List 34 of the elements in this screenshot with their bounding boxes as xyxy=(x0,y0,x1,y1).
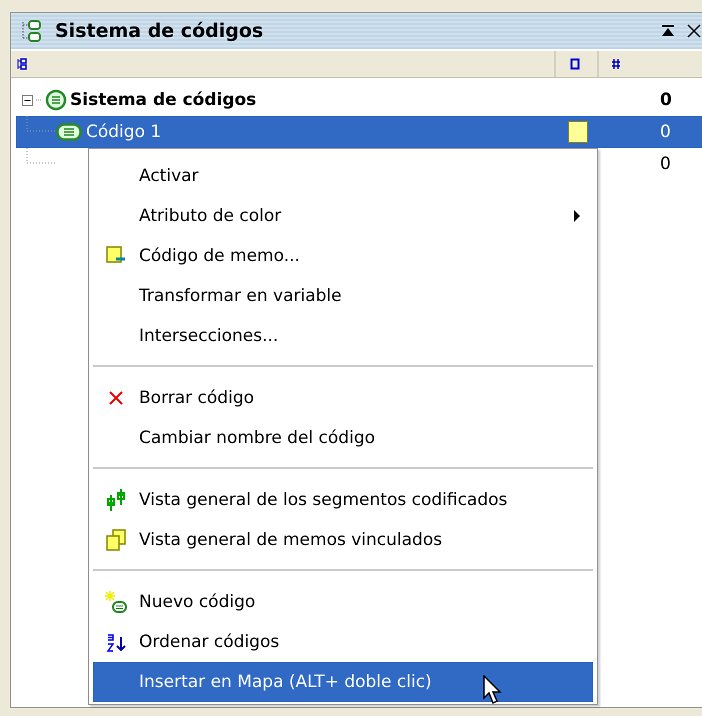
memo-icon xyxy=(106,246,126,266)
tree-line xyxy=(36,99,42,101)
count-text: 0 xyxy=(660,90,672,110)
count-text: 0 xyxy=(660,122,671,142)
tree-line xyxy=(26,148,56,164)
tree-item[interactable]: Sistema de códigos xyxy=(70,90,256,110)
close-icon[interactable] xyxy=(687,24,701,38)
menu-item[interactable]: Vista general de los segmentos codificados xyxy=(93,480,593,520)
menu-item[interactable]: Código de memo... xyxy=(93,236,593,276)
menu-item[interactable]: Cambiar nombre del código xyxy=(93,418,593,458)
menu-item[interactable]: Activar xyxy=(93,156,593,196)
menu-item[interactable]: Transformar en variable xyxy=(93,276,593,316)
menu-item[interactable]: Borrar código xyxy=(93,378,593,418)
tree-icon xyxy=(17,58,27,70)
menu-item[interactable]: Vista general de memos vinculados xyxy=(93,520,593,560)
memos-icon xyxy=(105,529,127,551)
code-icon xyxy=(56,123,82,141)
pin-icon[interactable] xyxy=(661,24,675,38)
menu-item[interactable]: Nuevo código xyxy=(93,582,593,622)
count-text: 0 xyxy=(660,154,671,174)
collapse-toggle[interactable] xyxy=(22,94,33,106)
segments-icon xyxy=(105,489,127,511)
menu-item[interactable]: Insertar en Mapa (ALT+ doble clic) xyxy=(93,662,593,702)
tree-item[interactable]: Código 1 xyxy=(86,122,162,142)
code-system-icon xyxy=(45,89,67,111)
menu-item[interactable]: Ordenar códigos xyxy=(93,622,593,662)
panel-title: Sistema de códigos xyxy=(55,20,264,42)
tree-line xyxy=(26,116,56,132)
delete-icon xyxy=(108,390,124,406)
menu-item[interactable]: Atributo de color xyxy=(93,196,593,236)
new-code-icon xyxy=(104,590,128,614)
square-icon xyxy=(570,58,580,70)
hash-icon xyxy=(611,58,621,70)
menu-item[interactable]: Intersecciones... xyxy=(93,316,593,356)
